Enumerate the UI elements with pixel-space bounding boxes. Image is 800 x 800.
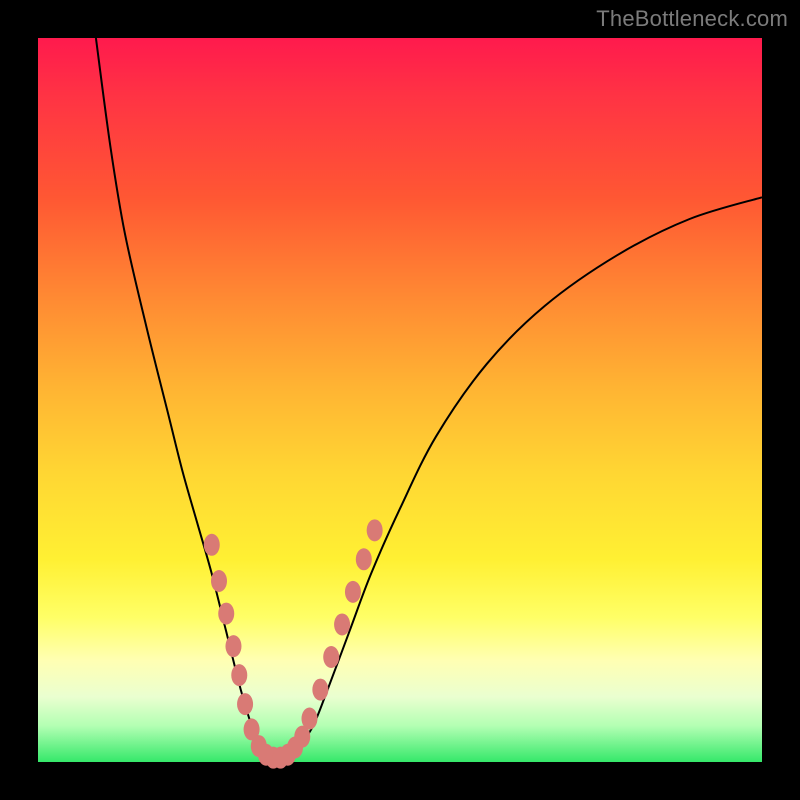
outer-frame: TheBottleneck.com bbox=[0, 0, 800, 800]
marker-dot bbox=[218, 603, 234, 625]
marker-dot bbox=[237, 693, 253, 715]
bottleneck-curve bbox=[96, 38, 762, 758]
marker-dot bbox=[204, 534, 220, 556]
marker-cluster bbox=[204, 519, 383, 768]
curve-left-branch bbox=[96, 38, 270, 758]
marker-dot bbox=[312, 679, 328, 701]
marker-dot bbox=[231, 664, 247, 686]
plot-area bbox=[38, 38, 762, 762]
curve-right-branch bbox=[284, 197, 762, 758]
marker-dot bbox=[302, 708, 318, 730]
marker-dot bbox=[225, 635, 241, 657]
marker-dot bbox=[323, 646, 339, 668]
marker-dot bbox=[345, 581, 361, 603]
marker-dot bbox=[356, 548, 372, 570]
marker-dot bbox=[367, 519, 383, 541]
marker-dot bbox=[211, 570, 227, 592]
chart-svg bbox=[38, 38, 762, 762]
watermark-text: TheBottleneck.com bbox=[596, 6, 788, 32]
marker-dot bbox=[334, 613, 350, 635]
